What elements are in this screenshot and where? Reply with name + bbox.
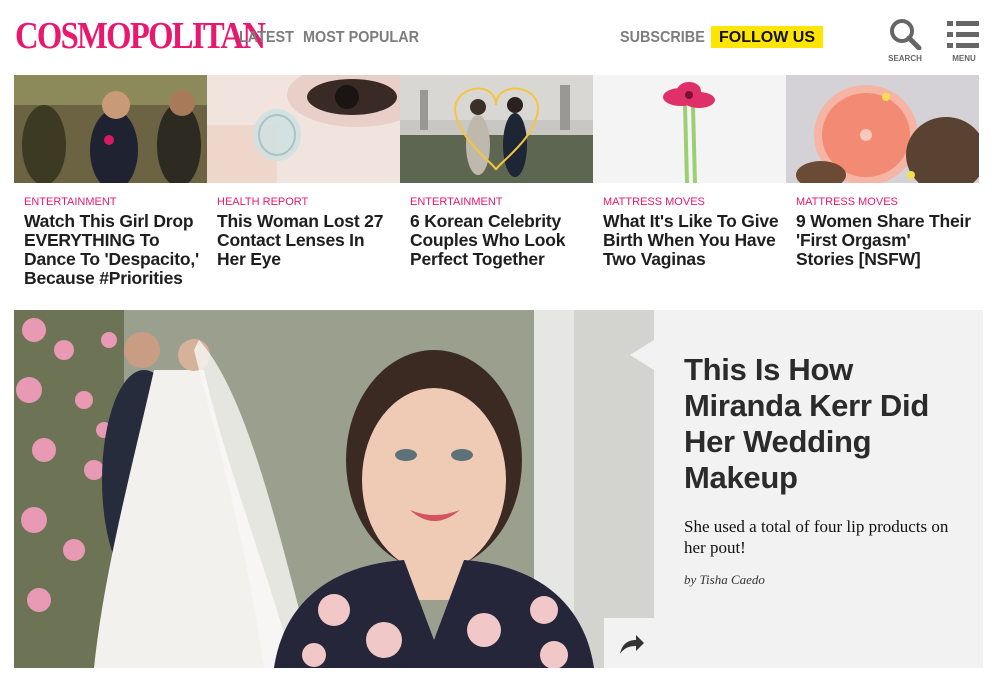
nav-latest[interactable]: LATEST — [239, 29, 294, 47]
feature-image[interactable] — [14, 310, 654, 668]
article-thumbnail[interactable] — [400, 75, 593, 183]
subscribe-link[interactable]: SUBSCRIBE — [620, 29, 705, 47]
follow-us-button[interactable]: FOLLOW US — [711, 26, 823, 48]
article-category[interactable]: MATTRESS MOVES — [603, 196, 786, 208]
article-category[interactable]: HEALTH REPORT — [217, 196, 400, 208]
article-title[interactable]: This Woman Lost 27 Contact Lenses In Her… — [217, 212, 394, 269]
share-button[interactable] — [604, 618, 654, 668]
search-button[interactable]: SEARCH — [883, 18, 927, 68]
article-card[interactable]: MATTRESS MOVES What It's Like To Give Bi… — [593, 75, 786, 269]
article-thumbnail[interactable] — [593, 75, 786, 183]
article-category[interactable]: MATTRESS MOVES — [796, 196, 979, 208]
article-card[interactable]: HEALTH REPORT This Woman Lost 27 Contact… — [207, 75, 400, 269]
article-category[interactable]: ENTERTAINMENT — [24, 196, 207, 208]
article-category[interactable]: ENTERTAINMENT — [410, 196, 593, 208]
feature-title[interactable]: This Is How Miranda Kerr Did Her Wedding… — [684, 352, 954, 496]
article-card[interactable]: MATTRESS MOVES 9 Women Share Their 'Firs… — [786, 75, 979, 269]
site-header: COSMOPOLITAN LATEST MOST POPULAR SUBSCRI… — [0, 0, 993, 75]
article-title[interactable]: 9 Women Share Their 'First Orgasm' Stori… — [796, 212, 973, 269]
article-card[interactable]: ENTERTAINMENT Watch This Girl Drop EVERY… — [14, 75, 207, 288]
article-thumbnail[interactable] — [14, 75, 207, 183]
article-card[interactable]: ENTERTAINMENT 6 Korean Celebrity Couples… — [400, 75, 593, 269]
feature-dek: She used a total of four lip products on… — [684, 517, 949, 557]
article-title[interactable]: 6 Korean Celebrity Couples Who Look Perf… — [410, 212, 587, 269]
article-title[interactable]: What It's Like To Give Birth When You Ha… — [603, 212, 780, 269]
menu-label: MENU — [952, 54, 976, 63]
feature-panel: This Is How Miranda Kerr Did Her Wedding… — [654, 310, 983, 668]
nav-most-popular[interactable]: MOST POPULAR — [303, 29, 419, 47]
panel-notch — [630, 340, 654, 370]
menu-icon — [947, 21, 979, 48]
article-thumbnail[interactable] — [786, 75, 979, 183]
article-thumbnail[interactable] — [207, 75, 400, 183]
article-title[interactable]: Watch This Girl Drop EVERYTHING To Dance… — [24, 212, 201, 288]
cosmopolitan-logo[interactable]: COSMOPOLITAN — [15, 12, 266, 60]
search-icon — [890, 19, 922, 50]
menu-button[interactable]: MENU — [942, 18, 986, 68]
share-icon — [620, 635, 644, 654]
feature-byline: by Tisha Caedo — [684, 572, 765, 587]
search-label: SEARCH — [888, 54, 922, 63]
